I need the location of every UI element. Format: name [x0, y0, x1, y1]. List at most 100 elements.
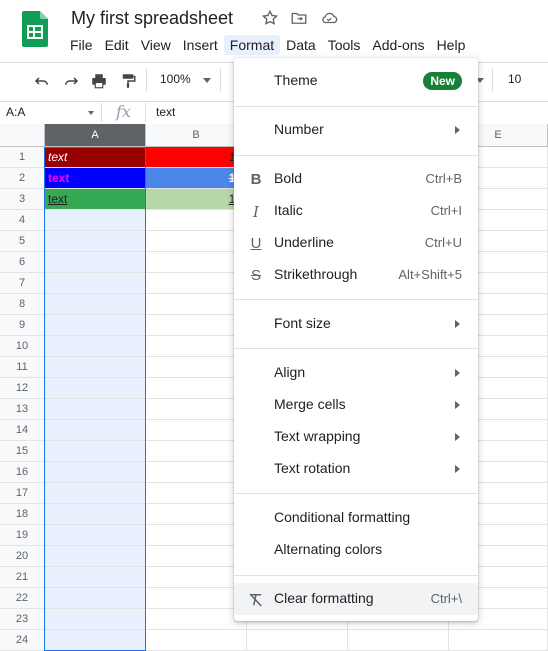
menu-item-theme[interactable]: Theme New: [234, 65, 478, 97]
grid-cell[interactable]: [45, 231, 146, 252]
grid-cell[interactable]: [45, 462, 146, 483]
grid-cell[interactable]: [146, 588, 247, 609]
cell-a1[interactable]: text: [45, 147, 146, 168]
redo-icon[interactable]: [62, 72, 80, 90]
name-box[interactable]: A:A: [6, 105, 25, 119]
menu-item-bold[interactable]: B Bold Ctrl+B: [234, 163, 478, 195]
grid-cell[interactable]: [45, 504, 146, 525]
menu-item-number[interactable]: Number: [234, 114, 478, 146]
grid-cell[interactable]: [45, 546, 146, 567]
row-header[interactable]: 6: [0, 252, 45, 273]
grid-cell[interactable]: [45, 336, 146, 357]
cell-a3[interactable]: text: [45, 189, 146, 210]
row-header[interactable]: 11: [0, 357, 45, 378]
row-header[interactable]: 12: [0, 378, 45, 399]
paint-format-icon[interactable]: [119, 72, 137, 90]
grid-cell[interactable]: [146, 252, 247, 273]
grid-cell[interactable]: [146, 336, 247, 357]
row-header[interactable]: 1: [0, 147, 45, 168]
grid-cell[interactable]: [45, 210, 146, 231]
menu-file[interactable]: File: [64, 35, 99, 55]
row-header[interactable]: 19: [0, 525, 45, 546]
menu-item-merge-cells[interactable]: Merge cells: [234, 389, 478, 421]
menu-item-text-rotation[interactable]: Text rotation: [234, 453, 478, 485]
row-header[interactable]: 3: [0, 189, 45, 210]
grid-cell[interactable]: [45, 252, 146, 273]
menu-item-clear-formatting[interactable]: Clear formatting Ctrl+\: [234, 583, 478, 615]
grid-cell[interactable]: [449, 630, 548, 651]
cell-b3[interactable]: 12: [146, 189, 247, 210]
document-title[interactable]: My first spreadsheet: [71, 8, 233, 29]
cell-a2[interactable]: text: [45, 168, 146, 189]
cloud-saved-icon[interactable]: [320, 9, 338, 27]
grid-cell[interactable]: [45, 420, 146, 441]
grid-cell[interactable]: [45, 294, 146, 315]
grid-cell[interactable]: [146, 546, 247, 567]
grid-cell[interactable]: [45, 357, 146, 378]
move-to-folder-icon[interactable]: [290, 9, 308, 27]
menu-item-underline[interactable]: U Underline Ctrl+U: [234, 227, 478, 259]
grid-cell[interactable]: [45, 630, 146, 651]
grid-cell[interactable]: [45, 399, 146, 420]
menu-item-strikethrough[interactable]: S Strikethrough Alt+Shift+5: [234, 259, 478, 291]
menu-tools[interactable]: Tools: [322, 35, 367, 55]
grid-cell[interactable]: [146, 357, 247, 378]
row-header[interactable]: 10: [0, 336, 45, 357]
grid-cell[interactable]: [146, 294, 247, 315]
menu-insert[interactable]: Insert: [177, 35, 224, 55]
grid-cell[interactable]: [45, 609, 146, 630]
menu-view[interactable]: View: [135, 35, 177, 55]
grid-cell[interactable]: [45, 525, 146, 546]
grid-cell[interactable]: [146, 231, 247, 252]
menu-help[interactable]: Help: [431, 35, 472, 55]
grid-cell[interactable]: [146, 609, 247, 630]
select-all-corner[interactable]: [0, 124, 45, 147]
grid-cell[interactable]: [45, 273, 146, 294]
grid-cell[interactable]: [146, 210, 247, 231]
grid-cell[interactable]: [146, 399, 247, 420]
menu-data[interactable]: Data: [280, 35, 322, 55]
menu-addons[interactable]: Add-ons: [366, 35, 430, 55]
zoom-chevron-down-icon[interactable]: [203, 78, 211, 83]
row-header[interactable]: 14: [0, 420, 45, 441]
grid-cell[interactable]: [146, 567, 247, 588]
column-header-b[interactable]: B: [146, 124, 247, 147]
row-header[interactable]: 9: [0, 315, 45, 336]
menu-item-alternating-colors[interactable]: Alternating colors: [234, 534, 478, 566]
zoom-select[interactable]: 100%: [160, 72, 191, 86]
row-header[interactable]: 22: [0, 588, 45, 609]
grid-cell[interactable]: [146, 630, 247, 651]
grid-cell[interactable]: [146, 504, 247, 525]
sheets-logo-icon[interactable]: [22, 11, 48, 47]
grid-cell[interactable]: [45, 378, 146, 399]
grid-cell[interactable]: [247, 630, 348, 651]
menu-item-font-size[interactable]: Font size: [234, 308, 478, 340]
menu-item-text-wrapping[interactable]: Text wrapping: [234, 421, 478, 453]
row-header[interactable]: 20: [0, 546, 45, 567]
grid-cell[interactable]: [146, 525, 247, 546]
grid-cell[interactable]: [45, 483, 146, 504]
grid-cell[interactable]: [146, 378, 247, 399]
menu-format[interactable]: Format: [223, 35, 281, 55]
grid-cell[interactable]: [146, 420, 247, 441]
row-header[interactable]: 8: [0, 294, 45, 315]
grid-cell[interactable]: [146, 441, 247, 462]
row-header[interactable]: 4: [0, 210, 45, 231]
name-box-chevron-down-icon[interactable]: [88, 111, 94, 115]
row-header[interactable]: 13: [0, 399, 45, 420]
grid-cell[interactable]: [146, 315, 247, 336]
print-icon[interactable]: [90, 72, 108, 90]
row-header[interactable]: 17: [0, 483, 45, 504]
grid-cell[interactable]: [146, 273, 247, 294]
menu-item-conditional-formatting[interactable]: Conditional formatting: [234, 502, 478, 534]
formula-input[interactable]: text: [156, 105, 175, 119]
undo-icon[interactable]: [33, 72, 51, 90]
row-header[interactable]: 5: [0, 231, 45, 252]
row-header[interactable]: 2: [0, 168, 45, 189]
menu-item-italic[interactable]: I Italic Ctrl+I: [234, 195, 478, 227]
grid-cell[interactable]: [45, 315, 146, 336]
row-header[interactable]: 23: [0, 609, 45, 630]
cell-b1[interactable]: 12: [146, 147, 247, 168]
font-size-input[interactable]: 10: [508, 72, 521, 86]
row-header[interactable]: 21: [0, 567, 45, 588]
